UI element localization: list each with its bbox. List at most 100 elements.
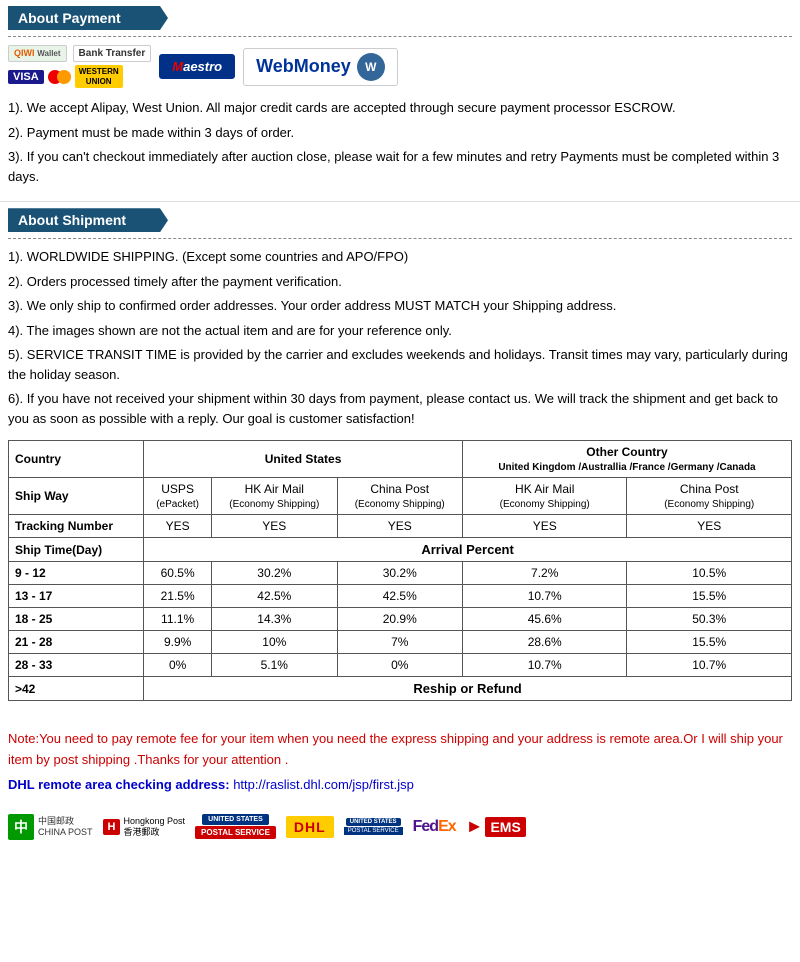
v2-cell: 10% <box>212 631 337 654</box>
shipping-table: Country United States Other Country Unit… <box>8 440 792 701</box>
ship-time-label: Ship Time(Day) <box>9 538 144 562</box>
hk-air-cell: HK Air Mail (Economy Shipping) <box>212 478 337 515</box>
table-row: 21 - 28 9.9% 10% 7% 28.6% 15.5% <box>9 631 792 654</box>
payment-header: About Payment <box>8 6 168 30</box>
col-other-sub: United Kingdom /Australlia /France /Germ… <box>498 462 755 473</box>
western-union-logo: WESTERNUNION <box>75 65 123 88</box>
tracking-yes2: YES <box>212 515 337 538</box>
v4-cell: 10.7% <box>462 585 627 608</box>
payment-section: About Payment QIWI Wallet Bank Transfer … <box>0 0 800 202</box>
hk-post-logo: H Hongkong Post香港郵政 <box>103 816 186 838</box>
v2-cell: 42.5% <box>212 585 337 608</box>
shipment-line1: 1). WORLDWIDE SHIPPING. (Except some cou… <box>8 247 792 267</box>
v3-cell: 20.9% <box>337 608 462 631</box>
v4-cell: 28.6% <box>462 631 627 654</box>
dhl-label: DHL remote area checking address: <box>8 777 230 792</box>
tracking-yes1: YES <box>144 515 212 538</box>
payment-text: 1). We accept Alipay, West Union. All ma… <box>8 98 792 186</box>
bank-transfer-logo: Bank Transfer <box>73 45 152 62</box>
v1-cell: 21.5% <box>144 585 212 608</box>
usps-postal-icon: POSTAL SERVICE <box>195 826 276 839</box>
tracking-yes3: YES <box>337 515 462 538</box>
shipment-line3: 3). We only ship to confirmed order addr… <box>8 296 792 316</box>
shipment-line5: 5). SERVICE TRANSIT TIME is provided by … <box>8 345 792 384</box>
carrier-logos: 中 中国邮政CHINA POST H Hongkong Post香港郵政 UNI… <box>0 808 800 846</box>
payment-line2: 2). Payment must be made within 3 days o… <box>8 123 792 143</box>
webmoney-text: WebMoney <box>256 56 351 77</box>
hk-air-other-cell: HK Air Mail (Economy Shipping) <box>462 478 627 515</box>
v5-cell: 10.7% <box>627 654 792 677</box>
v1-cell: 60.5% <box>144 562 212 585</box>
v3-cell: 7% <box>337 631 462 654</box>
tracking-label: Tracking Number <box>9 515 144 538</box>
days-cell: 18 - 25 <box>9 608 144 631</box>
col-us: United States <box>144 441 463 478</box>
payment-line3: 3). If you can't checkout immediately af… <box>8 147 792 186</box>
dhl-link-line: DHL remote area checking address: http:/… <box>8 777 792 792</box>
days-cell: >42 <box>9 677 144 701</box>
days-cell: 9 - 12 <box>9 562 144 585</box>
v3-cell: 0% <box>337 654 462 677</box>
note-section: Note:You need to pay remote fee for your… <box>0 725 800 808</box>
ship-way-label: Ship Way <box>9 478 144 515</box>
qiwi-western-union-group: QIWI Wallet Bank Transfer VISA WESTERNUN… <box>8 45 151 88</box>
hk-air-sub: (Economy Shipping) <box>229 499 319 510</box>
table-row: 28 - 33 0% 5.1% 0% 10.7% 10.7% <box>9 654 792 677</box>
days-cell: 21 - 28 <box>9 631 144 654</box>
usps-icon: UNITED STATES <box>202 814 269 825</box>
v5-cell: 50.3% <box>627 608 792 631</box>
shipment-line2: 2). Orders processed timely after the pa… <box>8 272 792 292</box>
table-row: 13 - 17 21.5% 42.5% 42.5% 10.7% 15.5% <box>9 585 792 608</box>
webmoney-icon: W <box>357 53 385 81</box>
tracking-yes4: YES <box>462 515 627 538</box>
dhl-logo: DHL <box>286 816 334 838</box>
visa-mc-wu-row: VISA WESTERNUNION <box>8 65 123 88</box>
shipment-section: About Shipment 1). WORLDWIDE SHIPPING. (… <box>0 202 800 725</box>
mastercard-logo <box>48 70 71 84</box>
table-row: 18 - 25 11.1% 14.3% 20.9% 45.6% 50.3% <box>9 608 792 631</box>
days-cell: 13 - 17 <box>9 585 144 608</box>
ems-logo: ► EMS <box>466 816 526 837</box>
usps2-logo: UNITED STATES POSTAL SERVICE <box>344 818 403 835</box>
note-text: Note:You need to pay remote fee for your… <box>8 729 792 771</box>
dhl-url: http://raslist.dhl.com/jsp/first.jsp <box>233 777 414 792</box>
china-post-text: 中国邮政CHINA POST <box>38 816 93 838</box>
usps-cell: USPS (ePacket) <box>144 478 212 515</box>
hk-post-text: Hongkong Post香港郵政 <box>123 816 185 838</box>
payment-line1: 1). We accept Alipay, West Union. All ma… <box>8 98 792 118</box>
hk-air-other-sub: (Economy Shipping) <box>500 499 590 510</box>
v5-cell: 10.5% <box>627 562 792 585</box>
v3-cell: 42.5% <box>337 585 462 608</box>
qiwi-bank-row: QIWI Wallet Bank Transfer <box>8 45 151 62</box>
webmoney-logo: WebMoney W <box>243 48 398 86</box>
v1-cell: 11.1% <box>144 608 212 631</box>
visa-logo: VISA <box>8 70 44 84</box>
china-post-other-cell: China Post (Economy Shipping) <box>627 478 792 515</box>
table-body: 9 - 12 60.5% 30.2% 30.2% 7.2% 10.5% 13 -… <box>9 562 792 701</box>
arrival-percent-label: Arrival Percent <box>144 538 792 562</box>
col-country: Country <box>9 441 144 478</box>
v2-cell: 14.3% <box>212 608 337 631</box>
reship-cell: Reship or Refund <box>144 677 792 701</box>
v1-cell: 9.9% <box>144 631 212 654</box>
china-post-icon: 中 <box>8 814 34 840</box>
v5-cell: 15.5% <box>627 631 792 654</box>
qiwi-logo: QIWI Wallet <box>8 45 67 62</box>
v3-cell: 30.2% <box>337 562 462 585</box>
v5-cell: 15.5% <box>627 585 792 608</box>
usps-logo: UNITED STATES POSTAL SERVICE <box>195 814 276 839</box>
v2-cell: 30.2% <box>212 562 337 585</box>
v4-cell: 10.7% <box>462 654 627 677</box>
china-post-us-cell: China Post (Economy Shipping) <box>337 478 462 515</box>
shipment-header: About Shipment <box>8 208 168 232</box>
maestro-logo: Maestro <box>159 54 235 79</box>
v2-cell: 5.1% <box>212 654 337 677</box>
shipment-line6: 6). If you have not received your shipme… <box>8 389 792 428</box>
shipment-text: 1). WORLDWIDE SHIPPING. (Except some cou… <box>8 247 792 428</box>
v4-cell: 7.2% <box>462 562 627 585</box>
v4-cell: 45.6% <box>462 608 627 631</box>
v1-cell: 0% <box>144 654 212 677</box>
table-row: 9 - 12 60.5% 30.2% 30.2% 7.2% 10.5% <box>9 562 792 585</box>
china-post-other-sub: (Economy Shipping) <box>664 499 754 510</box>
hk-post-icon: H <box>103 819 121 835</box>
